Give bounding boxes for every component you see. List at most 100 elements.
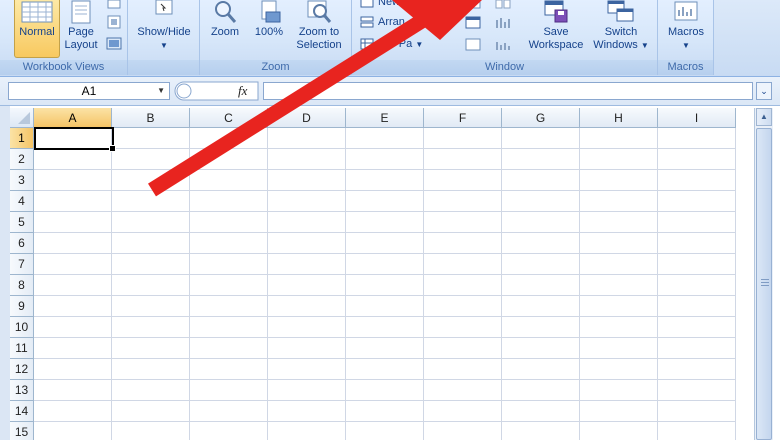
zoom-button[interactable]: Zoom [204,0,246,58]
macros-label: Macros [667,26,705,38]
column-header-i[interactable]: I [658,108,736,128]
synchronous-scrolling-button[interactable] [494,16,512,30]
normal-view-icon [21,1,53,23]
macros-icon [674,1,698,21]
freeze-panes-button[interactable]: eze Pa ▼ [360,34,423,54]
save-workspace-icon [544,0,568,23]
ribbon-tail [714,0,780,75]
column-header-b[interactable]: B [112,108,190,128]
formula-bar: A1 ▼ fx ⌄ [0,77,780,106]
zoom-label: Zoom [210,26,240,38]
formula-input[interactable] [263,82,753,100]
normal-view-label: Normal [19,26,55,38]
column-header-h[interactable]: H [580,108,658,128]
name-box-dropdown-icon[interactable]: ▼ [157,83,165,99]
hide-window-icon [465,16,481,29]
arrange-all-icon [360,16,374,28]
row-header-6[interactable]: 6 [10,233,34,254]
active-cell-a1[interactable] [34,127,116,152]
switch-windows-dropdown-icon: ▼ [640,41,649,50]
row-header-11[interactable]: 11 [10,338,34,359]
column-header-g[interactable]: G [502,108,580,128]
reset-position-icon [496,42,510,50]
full-screen-button[interactable] [106,36,122,52]
row-header-1[interactable]: 1 [10,128,34,149]
show-hide-group: Show/Hide ▼ [128,0,200,75]
row-header-5[interactable]: 5 [10,212,34,233]
zoom-100-icon [261,0,281,23]
row-header-4[interactable]: 4 [10,191,34,212]
arrange-all-label: Arran [378,16,405,28]
zoom-selection-label-1: Zoom to [298,26,340,38]
switch-windows-label-2: Windows [593,39,638,51]
row-header-12[interactable]: 12 [10,359,34,380]
new-window-icon [360,0,374,8]
hide-window-button[interactable] [464,16,482,30]
switch-windows-button[interactable]: Switch Windows ▼ [588,0,654,58]
row-header-8[interactable]: 8 [10,275,34,296]
column-header-c[interactable]: C [190,108,268,128]
column-header-f[interactable]: F [424,108,502,128]
custom-views-button[interactable] [106,14,122,30]
switch-windows-icon [607,0,634,22]
zoom-to-selection-button[interactable]: Zoom to Selection [290,0,348,58]
page-layout-label-2: Layout [64,39,98,51]
macros-dropdown-icon: ▼ [682,41,690,50]
grid-right-margin [738,108,754,440]
expand-formula-bar-icon[interactable]: ⌄ [756,82,772,100]
zoom-100-label: 100% [254,26,284,38]
freeze-panes-dropdown-icon: ▼ [415,40,424,49]
workbook-views-group: Normal Page Layout Workbook Views [0,0,128,75]
new-window-button[interactable]: New [360,0,400,12]
scroll-thumb[interactable] [756,128,772,440]
new-window-label: New [378,0,401,8]
reset-window-position-button[interactable] [494,38,512,52]
custom-views-icon [107,15,121,29]
scroll-up-icon[interactable]: ▲ [756,108,772,126]
row-header-10[interactable]: 10 [10,317,34,338]
magnifier-icon [215,1,237,23]
vertical-scrollbar[interactable]: ▲ [754,108,773,440]
insert-function-icon[interactable]: fx [238,83,247,99]
row-header-7[interactable]: 7 [10,254,34,275]
save-workspace-label-2: Workspace [528,39,584,51]
page-break-preview-button[interactable] [106,0,122,10]
column-header-a[interactable]: A [34,108,112,128]
page-layout-button[interactable]: Page Layout [62,0,100,58]
name-box-value: A1 [81,84,97,98]
zoom-100-button[interactable]: 100% [248,0,290,58]
switch-windows-label-1: Switch [604,26,638,38]
row-header-2[interactable]: 2 [10,149,34,170]
row-header-15[interactable]: 15 [10,422,34,440]
save-workspace-button[interactable]: Save Workspace [524,0,588,58]
page-layout-label-1: Page [68,26,94,38]
save-workspace-label-1: Save [543,26,569,38]
name-box[interactable]: A1 ▼ [8,82,170,100]
formula-controls: fx [174,81,260,101]
sync-scroll-icon [496,18,510,28]
ribbon: Normal Page Layout Workbook Views Show/H… [0,0,780,77]
show-hide-icon [155,0,173,15]
view-side-by-side-button[interactable] [494,0,512,10]
select-all-corner[interactable] [10,108,34,128]
row-header-3[interactable]: 3 [10,170,34,191]
arrange-all-button[interactable]: Arran [360,12,405,32]
zoom-group: Zoom 100% Zoom to Selection Zoom [200,0,352,75]
macros-group-label: Macros [658,60,713,75]
row-header-14[interactable]: 14 [10,401,34,422]
row-header-13[interactable]: 13 [10,380,34,401]
side-by-side-icon [495,0,511,9]
show-hide-label: Show/Hide [137,26,191,38]
column-header-d[interactable]: D [268,108,346,128]
normal-view-button[interactable]: Normal [14,0,60,58]
cell-area[interactable] [34,128,736,440]
column-header-e[interactable]: E [346,108,424,128]
window-group: New Arran eze Pa ▼ Save Workspace Switch… [352,0,658,75]
page-break-icon [107,0,121,9]
row-header-9[interactable]: 9 [10,296,34,317]
unhide-window-button[interactable] [464,38,482,52]
select-all-triangle-icon [18,112,30,124]
show-hide-button[interactable]: Show/Hide ▼ [132,0,196,58]
split-button[interactable] [464,0,482,10]
macros-button[interactable]: Macros ▼ [662,0,710,58]
